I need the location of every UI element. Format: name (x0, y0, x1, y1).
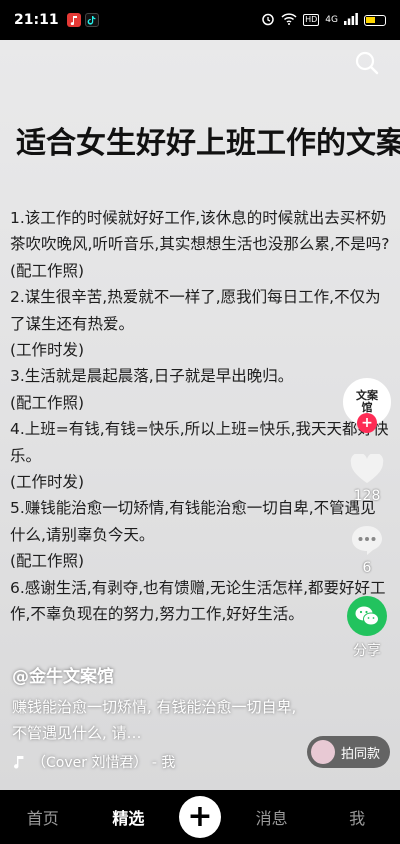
comment-icon (352, 526, 382, 555)
pai-avatar (310, 740, 335, 764)
like-button[interactable]: 128 (350, 454, 384, 504)
hd-icon: HD (303, 14, 320, 26)
wechat-share-icon (347, 596, 387, 636)
like-count: 128 (353, 488, 381, 504)
search-icon (355, 51, 379, 75)
paper-line: (配工作照) (10, 552, 85, 571)
battery-icon (364, 14, 386, 26)
status-icons: HD 4G (261, 12, 386, 29)
paper-line: 1.该工作的时候就好好工作,该休息的时候就出去买杯奶茶吹吹晚风,听听音乐,其实想… (10, 209, 390, 254)
right-rail: 文案馆 + 128 6 分享 (340, 378, 394, 660)
paper-line: (配工作照) (10, 393, 85, 412)
comment-count: 6 (362, 560, 372, 576)
music-info[interactable]: （Cover 刘惜君） - 我 (12, 752, 175, 772)
heart-icon (350, 454, 384, 483)
nav-me[interactable]: 我 (322, 805, 392, 829)
paper-line: 4.上班=有钱,有钱=快乐,所以上班=快乐,我天天都好快乐。 (10, 420, 389, 465)
comment-button[interactable]: 6 (350, 524, 384, 576)
signal-label: 4G (325, 15, 338, 25)
music-note-icon (14, 756, 24, 769)
paper-line: (工作时发) (10, 341, 85, 360)
status-bar: 21:11 HD 4G (0, 0, 400, 40)
paper-text: 1.该工作的时候就好好工作,该休息的时候就出去买杯奶茶吹吹晚风,听听音乐,其实想… (10, 205, 390, 628)
music-title: （Cover 刘惜君） - 我 (32, 755, 176, 771)
paper-title: 适合女生好好上班工作的文案 (16, 126, 400, 161)
bottom-nav: 首页 精选 + 消息 我 (0, 790, 400, 844)
signal-icon (344, 12, 358, 28)
status-time: 21:11 (14, 12, 59, 28)
nav-home[interactable]: 首页 (8, 805, 78, 829)
paper-line: 2.谋生很辛苦,热爱就不一样了,愿我们每日工作,不仅为了谋生还有热爱。 (10, 288, 381, 333)
pai-tongkuan-button[interactable]: 拍同款 (306, 736, 390, 768)
share-label: 分享 (353, 643, 381, 659)
follow-button[interactable]: + (357, 413, 377, 433)
music-app-icon (66, 13, 81, 27)
paper-line: 3.生活就是晨起晨落,日子就是早出晚归。 (10, 367, 294, 386)
paper-line: 6.感谢生活,有剥夺,也有馈赠,无论生活怎样,都要好好工作,不辜负现在的努力,努… (10, 578, 386, 624)
nav-featured[interactable]: 精选 (93, 805, 163, 829)
video-description[interactable]: 赚钱能治愈一切矫情, 有钱能治愈一切自卑, 不管遇见什么, 请… (12, 694, 302, 746)
author-name[interactable]: @金牛文案馆 (12, 662, 114, 687)
nav-messages[interactable]: 消息 (237, 805, 307, 829)
alarm-icon (261, 12, 275, 29)
search-button[interactable] (354, 50, 380, 76)
avatar-text: 文案馆 (356, 389, 378, 414)
paper-line: (配工作照) (10, 261, 85, 280)
paper-line: (工作时发) (10, 473, 85, 492)
add-button[interactable]: + (178, 796, 221, 838)
share-button[interactable]: 分享 (347, 596, 387, 660)
pai-label: 拍同款 (340, 746, 380, 762)
wifi-icon (281, 12, 297, 28)
author-avatar[interactable]: 文案馆 + (343, 378, 391, 433)
paper-line: 5.赚钱能治愈一切矫情,有钱能治愈一切自卑,不管遇见什么,请别辜负今天。 (10, 499, 376, 544)
tiktok-app-icon (84, 13, 99, 27)
